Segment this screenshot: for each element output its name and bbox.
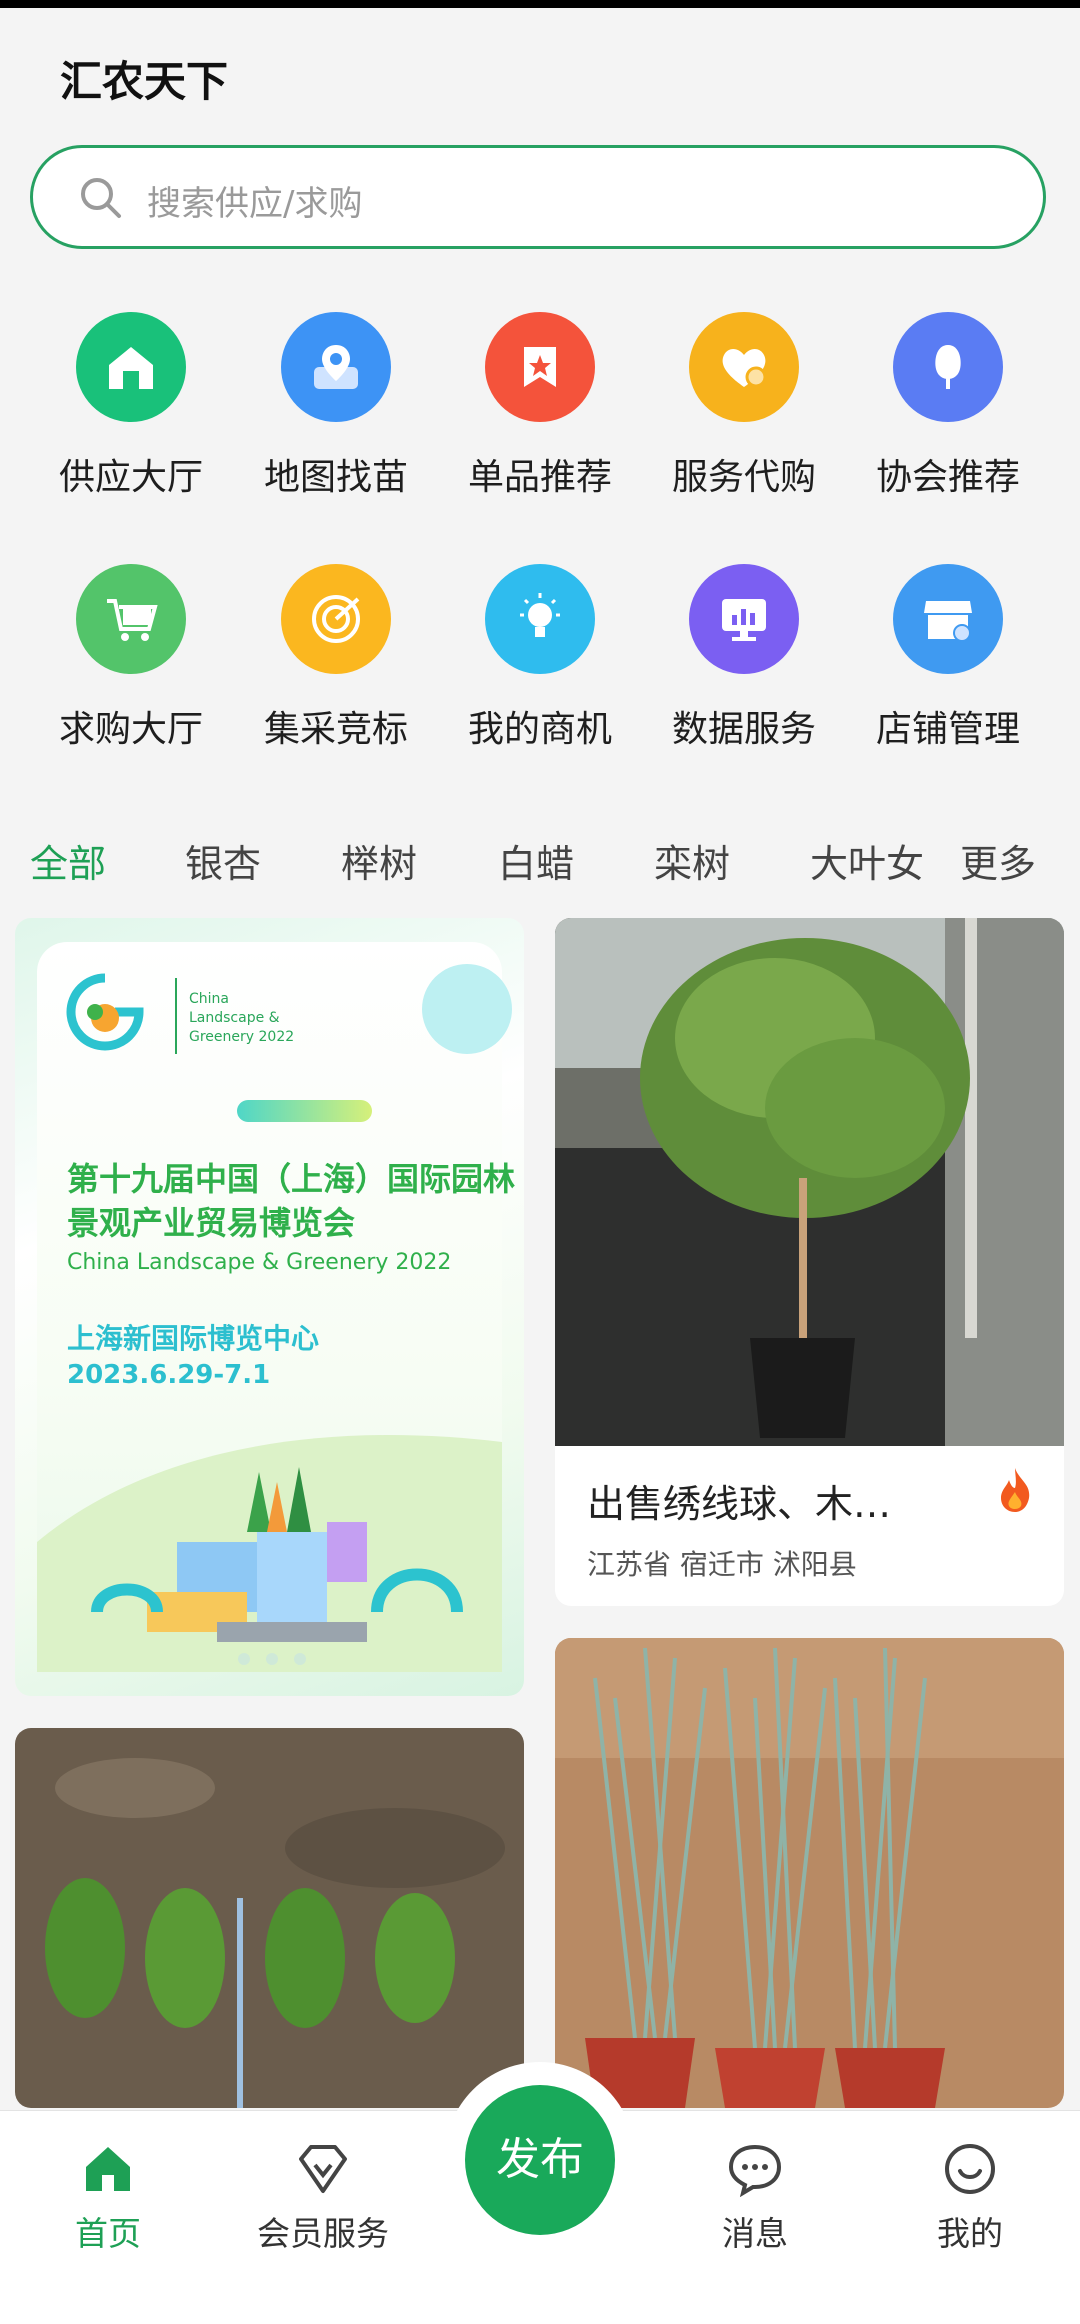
product-title: 出售绣线球、木… [587, 1482, 892, 1526]
cart-icon [76, 564, 186, 674]
expo-logo-icon [66, 973, 144, 1051]
expo-banner[interactable]: China Landscape & Greenery 2022 第十九届中国（上… [15, 918, 524, 1696]
tab-ginkgo[interactable]: 银杏 [185, 833, 261, 888]
deco-circle [422, 964, 512, 1054]
app-title: 汇农天下 [60, 57, 229, 106]
chat-icon [728, 2144, 782, 2198]
grid-item-label: 供应大厅 [58, 457, 203, 498]
diamond-icon [299, 2145, 347, 2193]
product-location: 江苏省 宿迁市 沭阳县 [587, 1548, 857, 1581]
search-placeholder: 搜索供应/求购 [147, 184, 363, 224]
grid-item-label: 单品推荐 [467, 457, 612, 498]
nav-vip[interactable]: 会员服务 [243, 2141, 403, 2255]
nav-home[interactable]: 首页 [28, 2141, 188, 2255]
publish-button[interactable]: 发布 [465, 2085, 615, 2235]
grid-item-supply-hall[interactable]: 供应大厅 [28, 312, 234, 500]
house-icon [76, 312, 186, 422]
lightbulb-icon [485, 564, 595, 674]
grid-item-association[interactable]: 协会推荐 [845, 312, 1051, 500]
smile-icon [945, 2144, 995, 2194]
logo-divider [175, 978, 177, 1054]
shop-icon [893, 564, 1003, 674]
grid-item-bidding[interactable]: 集采竞标 [233, 564, 439, 752]
tree-icon [893, 312, 1003, 422]
star-tag-icon [485, 312, 595, 422]
product-image [15, 1728, 524, 2108]
grid-item-purchase-service[interactable]: 服务代购 [641, 312, 847, 500]
deco-pill [237, 1100, 372, 1122]
tab-all[interactable]: 全部 [30, 833, 106, 888]
fire-icon [1001, 1468, 1030, 1512]
status-bar [0, 0, 1080, 8]
nav-label: 消息 [722, 2214, 788, 2253]
grid-item-label: 求购大厅 [58, 709, 203, 750]
map-pin-icon [281, 312, 391, 422]
grid-item-map-search[interactable]: 地图找苗 [233, 312, 439, 500]
tab-koelreuteria[interactable]: 栾树 [654, 833, 730, 888]
grid-item-label: 地图找苗 [263, 457, 408, 498]
grid-item-label: 服务代购 [671, 457, 816, 498]
grid-item-data-service[interactable]: 数据服务 [641, 564, 847, 752]
product-card[interactable]: 出售绣线球、木… 江苏省 宿迁市 沭阳县 [555, 918, 1064, 1606]
banner-subtitle: China Landscape & Greenery 2022 [67, 1250, 452, 1275]
chart-monitor-icon [689, 564, 799, 674]
heart-icon [689, 312, 799, 422]
product-card[interactable] [555, 1638, 1064, 2108]
logo-text: China Landscape & Greenery 2022 [189, 991, 295, 1045]
product-image [555, 918, 1064, 1446]
home-icon [86, 2147, 130, 2191]
grid-item-label: 店铺管理 [875, 709, 1020, 750]
banner-venue: 上海新国际博览中心 [67, 1322, 320, 1355]
grid-item-shop-manage[interactable]: 店铺管理 [845, 564, 1051, 752]
banner-title-line1: 第十九届中国（上海）国际园林 [67, 1160, 516, 1198]
nav-mine[interactable]: 我的 [890, 2141, 1050, 2255]
grid-item-label: 协会推荐 [875, 457, 1020, 498]
target-icon [281, 564, 391, 674]
product-card[interactable] [15, 1728, 524, 2108]
nav-messages[interactable]: 消息 [675, 2141, 835, 2255]
grid-item-label: 我的商机 [467, 709, 612, 750]
nav-label: 会员服务 [257, 2214, 389, 2253]
grid-item-single-recommend[interactable]: 单品推荐 [437, 312, 643, 500]
grid-item-label: 集采竞标 [263, 709, 408, 750]
tab-zelkova[interactable]: 榉树 [341, 833, 417, 888]
grid-item-label: 数据服务 [671, 709, 816, 750]
carousel-dots [230, 1650, 314, 1669]
search-box[interactable]: 搜索供应/求购 [30, 145, 1046, 249]
grid-item-opportunities[interactable]: 我的商机 [437, 564, 643, 752]
search-icon [81, 178, 121, 218]
category-tabs: 全部 银杏 榉树 白蜡 栾树 大叶女 更多 [0, 825, 1080, 895]
tab-privet[interactable]: 大叶女 [810, 833, 928, 888]
tab-more[interactable]: 更多 [960, 833, 1036, 888]
nav-label: 我的 [937, 2214, 1003, 2253]
tab-ash[interactable]: 白蜡 [498, 833, 574, 888]
banner-poster: China Landscape & Greenery 2022 第十九届中国（上… [37, 942, 515, 1672]
nav-label: 首页 [75, 2214, 141, 2253]
banner-title-line2: 景观产业贸易博览会 [67, 1204, 356, 1242]
grid-item-request-hall[interactable]: 求购大厅 [28, 564, 234, 752]
city-illustration [37, 1435, 502, 1672]
product-image [555, 1638, 1064, 2108]
